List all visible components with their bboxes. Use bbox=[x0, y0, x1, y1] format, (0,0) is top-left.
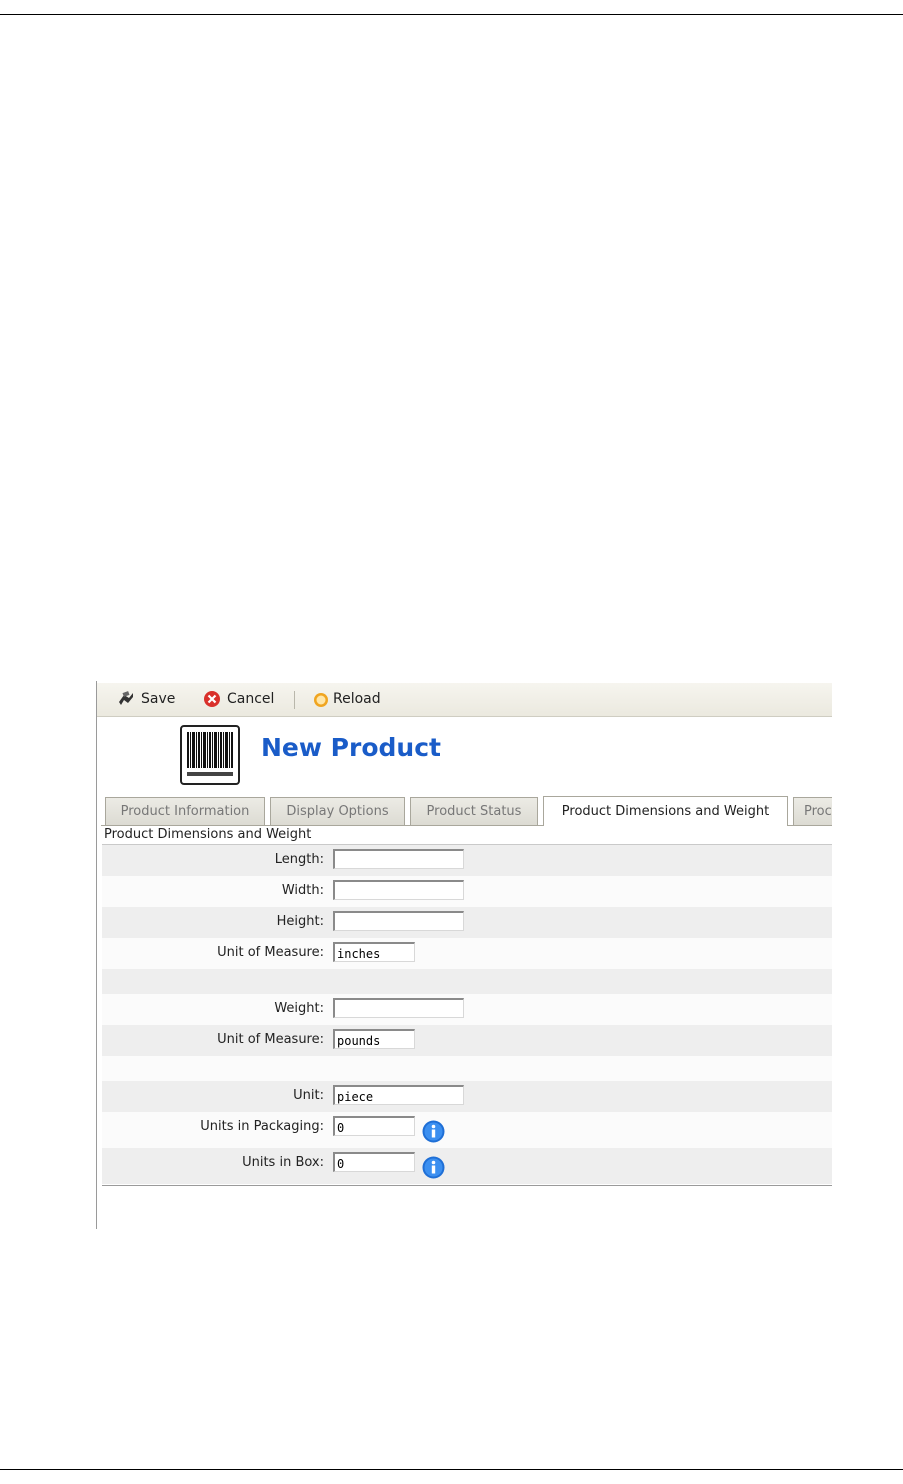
form-row-units-in-box: Units in Box: bbox=[102, 1148, 832, 1184]
save-icon bbox=[117, 690, 135, 708]
length-input[interactable] bbox=[333, 849, 464, 869]
toolbar: Save Cancel Reload bbox=[97, 683, 832, 717]
toolbar-separator bbox=[294, 691, 295, 709]
tab-product-dimensions-and-weight[interactable]: Product Dimensions and Weight bbox=[543, 796, 788, 826]
tab-display-options[interactable]: Display Options bbox=[270, 797, 405, 825]
form-row-units-in-packaging: Units in Packaging: bbox=[102, 1112, 832, 1148]
form-bottom-border bbox=[102, 1185, 832, 1186]
cancel-label: Cancel bbox=[227, 691, 275, 707]
info-icon[interactable] bbox=[422, 1120, 445, 1143]
units-in-box-label: Units in Box: bbox=[242, 1155, 324, 1170]
form-row-dimension-unit: Unit of Measure: bbox=[102, 938, 832, 969]
cancel-icon bbox=[203, 690, 221, 708]
unit-label: Unit: bbox=[293, 1088, 324, 1103]
unit-input[interactable] bbox=[333, 1085, 464, 1105]
weight-input[interactable] bbox=[333, 998, 464, 1018]
dimension-unit-label: Unit of Measure: bbox=[217, 945, 324, 960]
form-row-weight: Weight: bbox=[102, 994, 832, 1025]
form-row-length: Length: bbox=[102, 845, 832, 876]
units-in-box-input[interactable] bbox=[333, 1152, 415, 1172]
barcode-icon bbox=[180, 725, 240, 785]
page-bottom-rule bbox=[0, 1469, 903, 1470]
height-input[interactable] bbox=[333, 911, 464, 931]
save-label: Save bbox=[141, 691, 176, 707]
form-row-width: Width: bbox=[102, 876, 832, 907]
reload-label: Reload bbox=[333, 691, 381, 707]
tab-product-information[interactable]: Product Information bbox=[105, 797, 265, 825]
tab-product-more[interactable]: Proc bbox=[793, 797, 832, 825]
section-title: Product Dimensions and Weight bbox=[104, 827, 312, 842]
cancel-button[interactable]: Cancel bbox=[203, 689, 274, 709]
form-row-height: Height: bbox=[102, 907, 832, 938]
weight-unit-input[interactable] bbox=[333, 1029, 415, 1049]
width-input[interactable] bbox=[333, 880, 464, 900]
units-in-packaging-label: Units in Packaging: bbox=[200, 1119, 324, 1134]
length-label: Length: bbox=[274, 852, 324, 867]
weight-label: Weight: bbox=[274, 1001, 324, 1016]
height-label: Height: bbox=[276, 914, 324, 929]
reload-button[interactable]: Reload bbox=[312, 689, 381, 709]
form-spacer bbox=[102, 1056, 832, 1081]
weight-unit-label: Unit of Measure: bbox=[217, 1032, 324, 1047]
product-editor-window: Save Cancel Reload New Product Product I… bbox=[96, 681, 832, 1229]
reload-icon bbox=[312, 690, 330, 708]
tab-product-status[interactable]: Product Status bbox=[410, 797, 538, 825]
page-title: New Product bbox=[261, 733, 441, 762]
info-icon[interactable] bbox=[422, 1156, 445, 1179]
dimension-unit-input[interactable] bbox=[333, 942, 415, 962]
units-in-packaging-input[interactable] bbox=[333, 1116, 415, 1136]
page-top-rule bbox=[0, 14, 903, 15]
width-label: Width: bbox=[281, 883, 324, 898]
dimensions-form: Length: Width: Height: Unit of Measure: … bbox=[102, 844, 832, 1184]
form-row-weight-unit: Unit of Measure: bbox=[102, 1025, 832, 1056]
save-button[interactable]: Save bbox=[117, 689, 175, 709]
form-row-unit: Unit: bbox=[102, 1081, 832, 1112]
window-left-border bbox=[96, 681, 97, 1229]
form-spacer bbox=[102, 969, 832, 994]
